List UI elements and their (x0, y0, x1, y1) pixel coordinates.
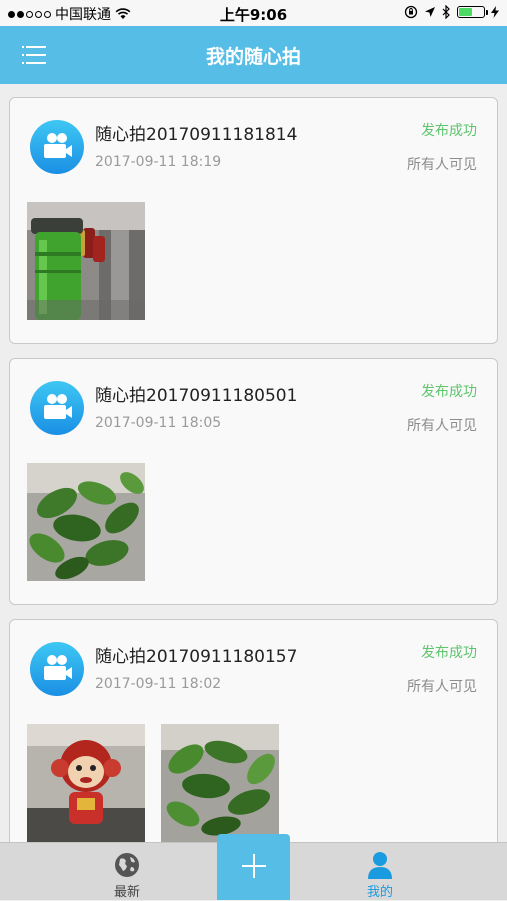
post-time: 2017-09-11 18:02 (95, 676, 222, 692)
visibility-label: 所有人可见 (407, 679, 477, 695)
post-feed[interactable]: 随心拍20170911181814 2017-09-11 18:19 发布成功 … (0, 84, 507, 842)
tab-latest[interactable]: 最新 (67, 843, 187, 901)
publish-status: 发布成功 (421, 123, 477, 139)
visibility-label: 所有人可见 (407, 157, 477, 173)
tab-mine-label: 我的 (366, 885, 393, 900)
bluetooth-icon (442, 5, 450, 19)
tab-latest-label: 最新 (113, 885, 140, 900)
globe-icon (115, 853, 139, 877)
photo-thumbnail-plant[interactable] (161, 724, 279, 842)
status-bar: 中国联通 上午9:06 (0, 0, 507, 26)
location-arrow-icon (425, 7, 435, 17)
orientation-lock-icon (404, 5, 418, 19)
charging-bolt-icon (491, 6, 499, 18)
photo-thumbnail-water-bottle[interactable] (27, 202, 145, 320)
publish-status: 发布成功 (421, 384, 477, 400)
user-icon (368, 852, 392, 879)
status-bar-right (404, 5, 499, 19)
post-title: 随心拍20170911181814 (95, 125, 298, 145)
publish-status: 发布成功 (421, 645, 477, 661)
battery-icon (457, 6, 488, 18)
video-camera-avatar-icon (30, 120, 84, 174)
video-camera-avatar-icon (30, 381, 84, 435)
photo-thumbnail-monkey-toy[interactable] (27, 724, 145, 842)
post-title: 随心拍20170911180501 (95, 386, 298, 406)
post-card[interactable]: 随心拍20170911181814 2017-09-11 18:19 发布成功 … (9, 97, 498, 344)
post-time: 2017-09-11 18:19 (95, 154, 222, 170)
add-post-button[interactable] (217, 834, 290, 900)
post-card[interactable]: 随心拍20170911180501 2017-09-11 18:05 发布成功 … (9, 358, 498, 605)
tab-mine[interactable]: 我的 (320, 843, 440, 901)
post-time: 2017-09-11 18:05 (95, 415, 222, 431)
photo-thumbnail-plant[interactable] (27, 463, 145, 581)
visibility-label: 所有人可见 (407, 418, 477, 434)
nav-bar: 我的随心拍 (0, 26, 507, 84)
post-title: 随心拍20170911180157 (95, 647, 298, 667)
post-card[interactable]: 随心拍20170911180157 2017-09-11 18:02 发布成功 … (9, 619, 498, 842)
video-camera-avatar-icon (30, 642, 84, 696)
page-title: 我的随心拍 (205, 46, 301, 68)
